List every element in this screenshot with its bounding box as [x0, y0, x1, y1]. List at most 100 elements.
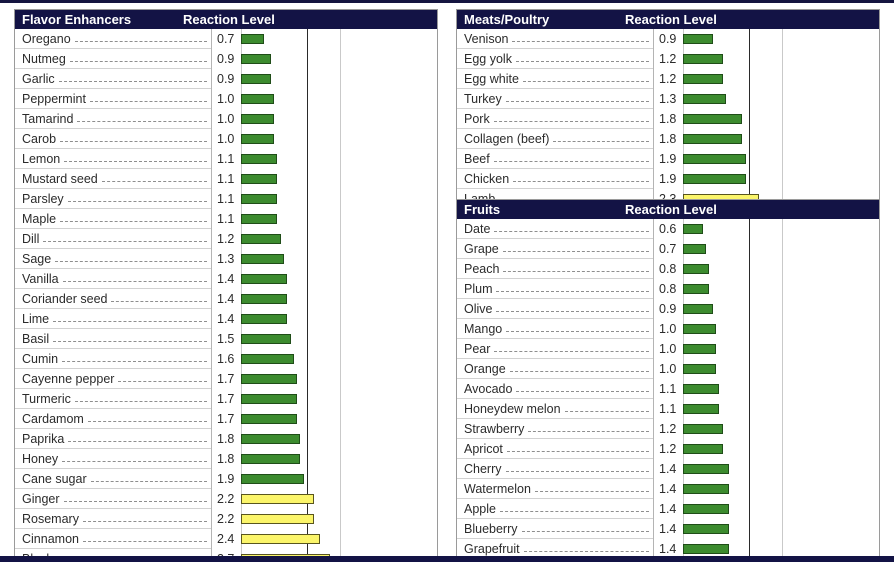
bar-plot-area — [241, 169, 437, 189]
bar-plot-area — [683, 239, 879, 259]
table-row: Coriander seed 1.4 — [15, 289, 437, 309]
reaction-value: 1.0 — [659, 362, 677, 376]
item-label-cell: Blueberry — [457, 519, 653, 539]
item-label-cell: Paprika — [15, 429, 211, 449]
gridline-3 — [340, 89, 341, 109]
item-label: Nutmeg — [22, 51, 66, 66]
bar-plot-area — [241, 209, 437, 229]
leader-dots — [505, 471, 649, 472]
gridline-3 — [782, 219, 783, 239]
leader-dots — [68, 441, 207, 442]
item-label-cell: Basil — [15, 329, 211, 349]
reaction-value: 0.9 — [217, 72, 235, 86]
item-label-cell: Honeydew melon — [457, 399, 653, 419]
item-label: Mustard seed — [22, 171, 98, 186]
item-label: Egg white — [464, 71, 519, 86]
gridline-2 — [307, 309, 308, 329]
bar-plot-area — [683, 149, 879, 169]
reaction-bar — [683, 464, 729, 474]
reaction-value: 0.8 — [659, 262, 677, 276]
reaction-bar — [683, 404, 719, 414]
gridline-3 — [782, 89, 783, 109]
reaction-bar — [683, 384, 719, 394]
bar-plot-area — [683, 439, 879, 459]
item-label: Plum — [464, 281, 493, 296]
item-label-cell: Strawberry — [457, 419, 653, 439]
leader-dots — [82, 521, 207, 522]
reaction-value: 0.7 — [659, 242, 677, 256]
leader-dots — [53, 321, 207, 322]
leader-dots — [509, 371, 649, 372]
table-row: Cane sugar 1.9 — [15, 469, 437, 489]
table-row: Lime 1.4 — [15, 309, 437, 329]
item-label-cell: Rosemary — [15, 509, 211, 529]
gridline-3 — [782, 459, 783, 479]
leader-dots — [58, 81, 207, 82]
leader-dots — [118, 381, 207, 382]
gridline-2 — [307, 449, 308, 469]
panel-fruits: Fruits Reaction Level Date 0.6 Grape 0.7 Peach… — [456, 199, 880, 562]
gridline-3 — [782, 479, 783, 499]
leader-dots — [513, 181, 649, 182]
leader-dots — [89, 101, 207, 102]
reaction-value: 0.9 — [217, 52, 235, 66]
gridline-2 — [749, 129, 750, 149]
item-label-cell: Carob — [15, 129, 211, 149]
reaction-bar — [241, 354, 294, 364]
item-label-cell: Honey — [15, 449, 211, 469]
item-label-cell: Beef — [457, 149, 653, 169]
gridline-2 — [307, 229, 308, 249]
leader-dots — [516, 391, 649, 392]
item-label: Oregano — [22, 31, 71, 46]
reaction-bar — [683, 114, 742, 124]
reaction-bar — [683, 424, 723, 434]
item-label: Grapefruit — [464, 541, 520, 556]
bar-plot-area — [241, 469, 437, 489]
gridline-2 — [307, 169, 308, 189]
gridline-3 — [340, 129, 341, 149]
table-row: Honeydew melon 1.1 — [457, 399, 879, 419]
bar-plot-area — [241, 189, 437, 209]
leader-dots — [111, 301, 207, 302]
leader-dots — [74, 41, 207, 42]
table-row: Paprika 1.8 — [15, 429, 437, 449]
gridline-3 — [782, 399, 783, 419]
gridline-3 — [340, 249, 341, 269]
reaction-bar — [241, 94, 274, 104]
item-label: Paprika — [22, 431, 65, 446]
item-label: Beef — [464, 151, 490, 166]
reaction-value: 1.8 — [659, 112, 677, 126]
item-label-cell: Parsley — [15, 189, 211, 209]
item-label-cell: Mango — [457, 319, 653, 339]
gridline-2 — [307, 369, 308, 389]
gridline-3 — [782, 299, 783, 319]
gridline-2 — [749, 279, 750, 299]
reaction-value: 1.1 — [659, 402, 677, 416]
reaction-value: 1.5 — [217, 332, 235, 346]
reaction-bar — [241, 234, 281, 244]
item-label-cell: Cardamom — [15, 409, 211, 429]
reaction-bar — [683, 344, 716, 354]
item-label: Turkey — [464, 91, 502, 106]
item-label: Orange — [464, 361, 506, 376]
item-label-cell: Cumin — [15, 349, 211, 369]
item-label-cell: Cane sugar — [15, 469, 211, 489]
bar-plot-area — [241, 389, 437, 409]
bar-plot-area — [241, 509, 437, 529]
table-row: Egg yolk 1.2 — [457, 49, 879, 69]
metric-title: Reaction Level — [625, 202, 717, 217]
reaction-bar — [241, 534, 320, 544]
bar-plot-area — [241, 309, 437, 329]
table-row: Avocado 1.1 — [457, 379, 879, 399]
leader-dots — [528, 431, 649, 432]
reaction-bar — [683, 504, 729, 514]
item-label-cell: Dill — [15, 229, 211, 249]
bar-plot-area — [241, 109, 437, 129]
item-label: Maple — [22, 211, 57, 226]
reaction-bar — [241, 214, 277, 224]
item-label-cell: Orange — [457, 359, 653, 379]
bar-plot-area — [683, 459, 879, 479]
item-label: Coriander seed — [22, 291, 108, 306]
item-label-cell: Collagen (beef) — [457, 129, 653, 149]
bar-plot-area — [683, 299, 879, 319]
